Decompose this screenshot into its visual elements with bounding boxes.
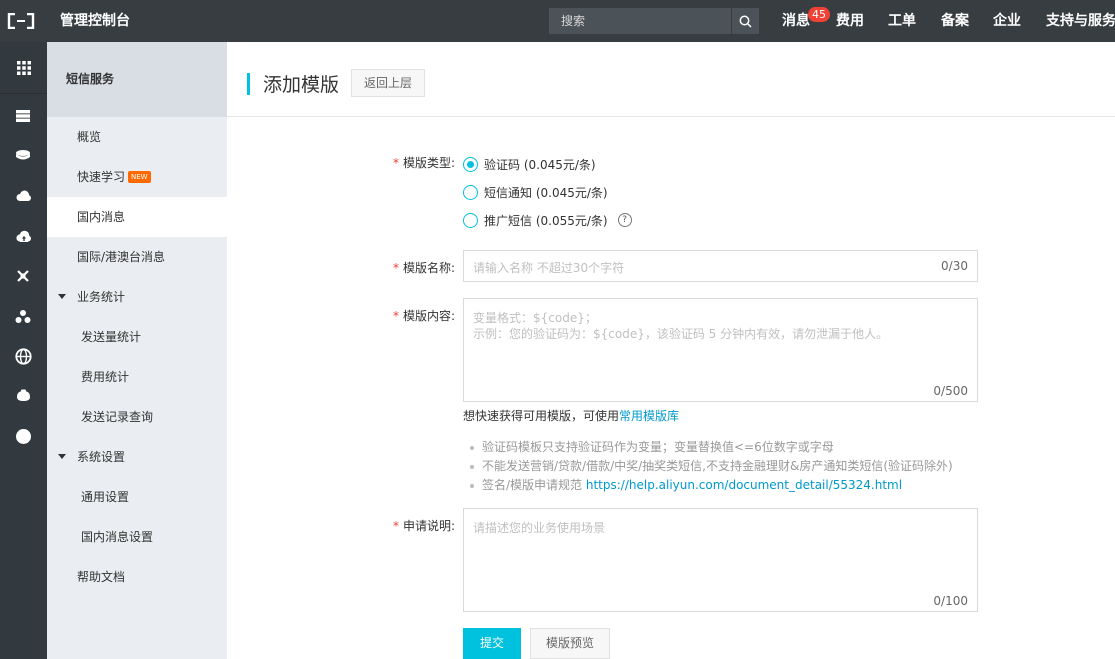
page-title: 添加模版 bbox=[263, 74, 340, 96]
top-bar: 管理控制台 搜索 消息 45 费用 工单 备案 企业 支持与服务 bbox=[0, 0, 1115, 42]
circle-icon[interactable] bbox=[13, 426, 33, 446]
radio-label: 短信通知 (0.045元/条) bbox=[484, 185, 608, 200]
radio-unchecked-icon[interactable] bbox=[463, 212, 478, 228]
sidebar-item-label: 业务统计 bbox=[77, 290, 126, 304]
cluster-icon[interactable] bbox=[13, 306, 33, 326]
sidebar-item-send-records[interactable]: 发送记录查询 bbox=[47, 397, 227, 437]
sidebar-item-label: 国际/港澳台消息 bbox=[77, 250, 166, 264]
main-content: 添加模版 返回上层 * 模版类型: 验证码 (0.045元/条) 短信通知 (0.… bbox=[227, 42, 1115, 659]
sidebar-item-label: 国内消息 bbox=[77, 210, 126, 224]
spec-link[interactable]: https://help.aliyun.com/document_detail/… bbox=[586, 478, 902, 492]
submit-button[interactable]: 提交 bbox=[463, 628, 521, 659]
messages-badge: 45 bbox=[808, 7, 830, 22]
search-box[interactable]: 搜索 bbox=[549, 8, 759, 34]
sidebar-group-settings[interactable]: 系统设置 bbox=[47, 437, 227, 477]
shell-icon[interactable] bbox=[13, 386, 33, 406]
rule-item: 验证码模板只支持验证码作为变量；变量替换值<=6位数字或字母 bbox=[468, 438, 953, 457]
description-counter: 0/100 bbox=[933, 594, 968, 608]
help-icon[interactable]: ? bbox=[617, 213, 632, 227]
radio-unchecked-icon[interactable] bbox=[463, 184, 478, 200]
cloud-icon[interactable] bbox=[13, 186, 33, 206]
sidebar-item-label: 发送量统计 bbox=[81, 330, 142, 344]
new-badge: NEW bbox=[128, 170, 151, 183]
cloud-upload-icon[interactable] bbox=[13, 226, 33, 246]
server-icon[interactable] bbox=[13, 106, 33, 126]
search-input[interactable]: 搜索 bbox=[549, 8, 731, 34]
network-icon[interactable] bbox=[13, 266, 33, 286]
template-name-input[interactable]: 请输入名称 不超过30个字符 0/30 bbox=[463, 250, 978, 282]
radio-verification[interactable]: 验证码 (0.045元/条) bbox=[463, 155, 596, 173]
sidebar-item-label: 系统设置 bbox=[77, 450, 126, 464]
sidebar-item-label: 通用设置 bbox=[81, 490, 130, 504]
nav-messages[interactable]: 消息 bbox=[782, 0, 810, 42]
template-content-counter: 0/500 bbox=[933, 384, 968, 398]
sidebar-item-label: 概览 bbox=[77, 130, 102, 144]
sidebar: 短信服务 概览 快速学习 NEW 国内消息 国际/港澳台消息 业务统计 发送量统计… bbox=[47, 42, 227, 659]
app-title[interactable]: 管理控制台 bbox=[60, 0, 130, 42]
template-name-label: * 模版名称: bbox=[392, 261, 455, 275]
caret-down-icon bbox=[58, 454, 66, 459]
template-content-placeholder-line2: 示例：您的验证码为：${code}，该验证码 5 分钟内有效，请勿泄漏于他人。 bbox=[473, 327, 889, 341]
radio-checked-icon[interactable] bbox=[463, 156, 478, 172]
sidebar-item-label: 帮助文档 bbox=[77, 570, 126, 584]
sidebar-group-statistics[interactable]: 业务统计 bbox=[47, 277, 227, 317]
radio-label: 推广短信 (0.055元/条) bbox=[484, 213, 608, 228]
template-name-counter: 0/30 bbox=[941, 259, 968, 273]
rules-list: 验证码模板只支持验证码作为变量；变量替换值<=6位数字或字母 不能发送营销/贷款… bbox=[468, 438, 953, 495]
template-name-label-text: 模版名称: bbox=[402, 261, 455, 275]
database-icon[interactable] bbox=[13, 146, 33, 166]
radio-promotion[interactable]: 推广短信 (0.055元/条) ? bbox=[463, 211, 632, 229]
sidebar-item-international-messages[interactable]: 国际/港澳台消息 bbox=[47, 237, 227, 277]
sidebar-item-label: 费用统计 bbox=[81, 370, 130, 384]
nav-enterprise[interactable]: 企业 bbox=[993, 0, 1021, 42]
template-content-label: * 模版内容: bbox=[392, 309, 455, 323]
title-accent-bar bbox=[247, 73, 250, 95]
template-content-textarea[interactable]: 变量格式：${code}； 示例：您的验证码为：${code}，该验证码 5 分… bbox=[463, 298, 978, 402]
sidebar-item-label: 快速学习 bbox=[77, 170, 126, 184]
template-type-label-text: 模版类型: bbox=[402, 156, 455, 170]
nav-filing[interactable]: 备案 bbox=[941, 0, 969, 42]
sidebar-item-cost-stats[interactable]: 费用统计 bbox=[47, 357, 227, 397]
sidebar-item-general-settings[interactable]: 通用设置 bbox=[47, 477, 227, 517]
grid-icon[interactable] bbox=[0, 42, 47, 94]
caret-down-icon bbox=[58, 294, 66, 299]
template-library-hint: 想快速获得可用模版，可使用常用模版库 bbox=[463, 407, 679, 424]
radio-notification[interactable]: 短信通知 (0.045元/条) bbox=[463, 183, 608, 201]
radio-label: 验证码 (0.045元/条) bbox=[484, 157, 596, 172]
template-content-label-text: 模版内容: bbox=[402, 309, 455, 323]
sidebar-item-label: 发送记录查询 bbox=[81, 410, 154, 424]
preview-button[interactable]: 模版预览 bbox=[530, 628, 610, 659]
nav-billing[interactable]: 费用 bbox=[836, 0, 864, 42]
rule-item: 不能发送营销/贷款/借款/中奖/抽奖类短信,不支持金融理财&房产通知类短信(验证… bbox=[468, 457, 953, 476]
rule-item: 签名/模版申请规范 https://help.aliyun.com/docume… bbox=[468, 476, 953, 495]
sidebar-item-help-docs[interactable]: 帮助文档 bbox=[47, 557, 227, 597]
globe-icon[interactable] bbox=[13, 346, 33, 366]
sidebar-item-overview[interactable]: 概览 bbox=[47, 117, 227, 157]
nav-support[interactable]: 支持与服务 bbox=[1046, 0, 1115, 42]
nav-tickets[interactable]: 工单 bbox=[888, 0, 916, 42]
sidebar-item-label: 国内消息设置 bbox=[81, 530, 154, 544]
description-placeholder: 请描述您的业务使用场景 bbox=[473, 521, 606, 535]
aliyun-logo-icon[interactable] bbox=[0, 0, 42, 42]
sidebar-item-send-volume[interactable]: 发送量统计 bbox=[47, 317, 227, 357]
template-type-label: * 模版类型: bbox=[392, 156, 455, 170]
description-textarea[interactable]: 请描述您的业务使用场景 0/100 bbox=[463, 508, 978, 612]
back-button[interactable]: 返回上层 bbox=[351, 69, 425, 97]
rule-text: 签名/模版申请规范 bbox=[482, 478, 586, 492]
sidebar-item-quick-start[interactable]: 快速学习 NEW bbox=[47, 157, 227, 197]
template-content-placeholder-line1: 变量格式：${code}； bbox=[473, 311, 597, 325]
sidebar-item-domestic-messages[interactable]: 国内消息 bbox=[47, 197, 227, 237]
template-library-link[interactable]: 常用模版库 bbox=[619, 409, 679, 423]
hint-text: 想快速获得可用模版，可使用 bbox=[463, 409, 620, 423]
description-label: * 申请说明: bbox=[392, 519, 455, 533]
sidebar-item-domestic-settings[interactable]: 国内消息设置 bbox=[47, 517, 227, 557]
product-rail bbox=[0, 42, 47, 659]
search-icon[interactable] bbox=[731, 8, 759, 34]
description-label-text: 申请说明: bbox=[402, 519, 455, 533]
sidebar-header[interactable]: 短信服务 bbox=[47, 42, 227, 117]
template-name-placeholder: 请输入名称 不超过30个字符 bbox=[473, 261, 625, 275]
page-header: 添加模版 返回上层 bbox=[227, 42, 1115, 117]
